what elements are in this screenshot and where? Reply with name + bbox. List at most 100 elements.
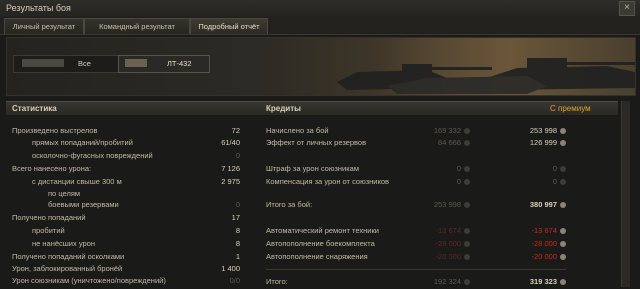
stats-value: 8 [235,239,240,248]
credits-base-value: 169 332 [434,126,470,136]
stats-row: Произведено выстрелов 72 [12,126,240,136]
stats-row: Получено попаданий 17 [12,213,240,223]
stats-row: Получено попаданий осколками 1 [12,252,240,262]
coin-icon [464,241,470,248]
stats-row: по целям [48,189,240,199]
coin-icon [464,228,470,235]
coin-icon [464,179,470,186]
credits-base-value: -28 000 [436,239,470,249]
credits-label: Автопополнение снаряжения [266,252,368,261]
coin-icon [560,241,566,248]
credits-base-value: 0 [457,177,470,187]
stats-value: 0/0 [229,276,240,285]
credits-base-value: 192 324 [434,277,470,287]
stats-label: Произведено выстрелов [12,126,98,135]
window-title-bar [0,0,640,17]
light-tank-icon [125,59,147,67]
stats-row: прямых попаданий/пробитий 61/40 [32,138,240,148]
credits-label: Компенсация за урон от союзников [266,177,389,186]
scrollbar[interactable] [621,101,630,287]
coin-icon [464,279,470,286]
coin-icon [560,228,566,235]
credits-base-value: 0 [457,164,470,174]
statistics-header: Статистика [6,101,258,116]
stats-value: 8 [235,226,240,235]
total-divider [266,269,566,270]
coin-icon [560,254,566,261]
credits-premium-value: 0 [553,177,566,187]
tab-personal-result[interactable]: Личный результат [4,18,84,34]
credits-premium-value: -13 674 [532,226,566,236]
vehicle-filter-selected[interactable]: ЛТ-432 [118,55,210,73]
tab-detailed-report[interactable]: Подробный отчёт [190,18,268,34]
statistics-title: Статистика [12,104,57,113]
credits-base-value: 84 666 [438,138,470,148]
stats-row: осколочно-фугасных повреждений 0 [32,151,240,161]
coin-icon [560,166,566,173]
stats-label: Получено попаданий осколками [12,252,125,261]
credits-row: Автопополнение снаряжения -20 000 -20 00… [266,252,566,262]
stats-label: по целям [48,189,81,198]
close-button[interactable]: × [619,1,635,16]
stats-label: Получено попаданий [12,213,86,222]
stats-value: 61/40 [221,138,240,147]
credits-row: Начислено за бой 169 332 253 998 [266,126,566,136]
credits-label: Итого: [266,277,288,286]
stats-label: осколочно-фугасных повреждений [32,151,153,160]
coin-icon [464,254,470,261]
stats-label: Урон союзникам (уничтожено/повреждений) [12,276,166,285]
stats-label: не нанёсших урон [32,239,95,248]
stats-row: Всего нанесено урона: 7 126 [12,164,240,174]
credits-row: Штраф за урон союзникам 0 0 [266,164,566,174]
credits-row: Итого: 192 324 319 323 [266,277,566,287]
credits-row: Итого за бой: 253 998 380 997 [266,200,566,210]
credits-premium-value: -20 000 [532,252,566,262]
stats-value: 7 126 [221,164,240,173]
credits-label: Автопополнение боекомплекта [266,239,375,248]
stats-row: Урон союзникам (уничтожено/повреждений) 0… [12,276,240,286]
stats-label: пробитий [32,226,65,235]
coin-icon [464,202,470,209]
coin-icon [464,166,470,173]
vehicle-name: ЛТ-432 [167,59,192,68]
credits-base-value: -13 674 [436,226,470,236]
stats-value: 0 [235,200,240,209]
stats-value: 1 [235,252,240,261]
coin-icon [560,179,566,186]
credits-base-value: 253 998 [434,200,470,210]
coin-icon [560,140,566,147]
credits-premium-value: 253 998 [530,126,566,136]
credits-row: Эффект от личных резервов 84 666 126 999 [266,138,566,148]
credits-premium-value: 380 997 [530,200,566,210]
credits-premium-value: -28 000 [532,239,566,249]
credits-label: Автоматический ремонт техники [266,226,379,235]
stats-label: Всего нанесено урона: [12,164,92,173]
credits-premium-value: 319 323 [530,277,566,287]
filter-all-label: Все [78,59,91,68]
stats-value: 72 [231,126,240,135]
credits-row: Автоматический ремонт техники -13 674 -1… [266,226,566,236]
credits-premium-value: 126 999 [530,138,566,148]
credits-label: Эффект от личных резервов [266,138,367,147]
stats-row: боевыми резервами 0 [48,200,240,210]
credits-title: Кредиты [266,104,301,113]
coin-icon [560,279,566,286]
tab-team-result[interactable]: Командный результат [84,18,190,34]
stats-row: пробитий 8 [32,226,240,236]
credits-label: Начислено за бой [266,126,329,135]
credits-row: Компенсация за урон от союзников 0 0 [266,177,566,187]
stats-row: Урон, заблокированный бронёй 1 400 [12,264,240,274]
stats-label: с дистанции свыше 300 м [32,177,122,186]
stats-value: 1 400 [221,264,240,273]
credits-header: Кредиты С премиум [258,101,618,116]
coin-icon [464,140,470,147]
credits-row: Автопополнение боекомплекта -28 000 -28 … [266,239,566,249]
coin-icon [560,202,566,209]
stats-label: боевыми резервами [48,200,119,209]
window-title: Результаты боя [6,3,71,13]
stats-value: 2 975 [221,177,240,186]
credits-premium-value: 0 [553,164,566,174]
stats-row: не нанёсших урон 8 [32,239,240,249]
premium-column-label: С премиум [550,104,591,113]
coin-icon [464,128,470,135]
